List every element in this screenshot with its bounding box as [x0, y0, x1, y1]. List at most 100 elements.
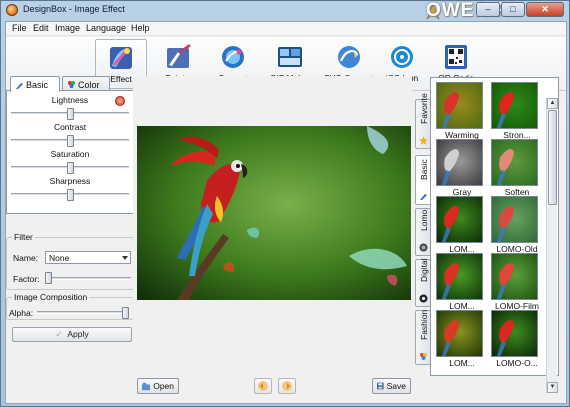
preview-image[interactable]	[137, 126, 411, 300]
star-icon	[419, 136, 428, 145]
vtab-lomo-label: Lomo	[419, 209, 429, 231]
sharpness-slider-thumb[interactable]	[66, 189, 74, 201]
scrollbar-thumb[interactable]	[548, 110, 557, 205]
save-button[interactable]: Save	[372, 378, 411, 394]
factor-track[interactable]	[45, 277, 131, 280]
effect-thumbnail-label: LOM...	[449, 358, 475, 368]
convert-icon	[222, 46, 244, 68]
effect-thumbnail[interactable]: LOMO-Film	[491, 253, 541, 311]
close-button[interactable]: ✕	[526, 2, 564, 17]
vtab-favorite[interactable]: Favorite	[415, 93, 431, 149]
vtab-fashion[interactable]: Fashion	[415, 310, 431, 365]
filter-legend: Filter	[12, 232, 35, 242]
scroll-down-arrow-icon[interactable]: ▼	[547, 382, 558, 393]
effect-thumbnail-image	[436, 310, 483, 357]
effect-thumbnail[interactable]: Warming	[436, 82, 486, 140]
vtab-basic-label: Basic	[419, 159, 429, 180]
alpha-track[interactable]	[37, 311, 129, 314]
effect-gallery: Warming Stron... Gray Soften LOM... LOMO-Old L…	[430, 77, 559, 376]
brush-icon	[420, 194, 427, 200]
lomo-camera-icon	[419, 243, 428, 252]
effect-thumbnail[interactable]: Soften	[491, 139, 541, 197]
parrot-image	[137, 126, 411, 300]
open-label: Open	[153, 381, 174, 391]
qr-code-icon	[445, 45, 467, 69]
factor-slider-thumb[interactable]	[45, 272, 52, 284]
fashion-palette-icon	[420, 353, 427, 360]
title-bar: DesignBox - Image Effect OWER.RU – □ ✕	[1, 0, 569, 21]
effect-category-tabs: Favorite Basic Lomo Digital Fashion	[415, 77, 431, 367]
app-logo-icon	[6, 4, 18, 16]
menu-bar: File Edit Image Language Help	[6, 22, 566, 36]
maximize-button[interactable]: □	[501, 2, 525, 17]
saturation-label: Saturation	[50, 149, 90, 159]
menu-edit[interactable]: Edit	[33, 23, 49, 33]
menu-file[interactable]: File	[12, 23, 27, 33]
tab-color-label: Color	[78, 79, 100, 90]
basic-adjustments: Lightness Contrast Saturation Sharpness	[6, 90, 134, 214]
gif-maker-icon	[278, 47, 302, 67]
check-icon: ✓	[55, 329, 63, 339]
effect-thumbnail-image	[491, 139, 538, 186]
effect-thumbnail-image	[491, 253, 538, 300]
effect-thumbnail[interactable]: Gray	[436, 139, 486, 197]
lightness-label: Lightness	[51, 95, 89, 105]
contrast-slider-thumb[interactable]	[66, 135, 74, 147]
vtab-favorite-label: Favorite	[419, 93, 429, 124]
ios-icon-icon	[391, 46, 413, 68]
tab-basic[interactable]: Basic	[10, 76, 60, 92]
undo-icon	[258, 381, 268, 391]
effect-thumbnail[interactable]: LOMO-O...	[491, 310, 541, 368]
vtab-basic[interactable]: Basic	[415, 155, 431, 205]
effect-thumbnail-image	[491, 82, 538, 129]
vtab-digital[interactable]: Digital	[415, 258, 431, 307]
gallery-scrollbar[interactable]: ▲ ▼	[546, 98, 558, 393]
effect-thumbnail[interactable]: LOM...	[436, 253, 486, 311]
effect-thumbnail[interactable]: LOM...	[436, 310, 486, 368]
reset-icon[interactable]	[115, 96, 125, 106]
filter-group: Filter Name: None Factor:	[6, 232, 134, 290]
chevron-down-icon	[122, 256, 128, 260]
effect-thumbnail[interactable]: Stron...	[491, 82, 541, 140]
effect-thumbnail-label: LOMO-O...	[496, 358, 538, 368]
effect-thumbnail-image	[436, 139, 483, 186]
menu-language[interactable]: Language	[86, 23, 126, 33]
color-palette-icon	[68, 81, 75, 88]
contrast-label: Contrast	[53, 122, 87, 132]
window-title: DesignBox - Image Effect	[23, 4, 125, 14]
apply-button[interactable]: ✓ Apply	[12, 327, 132, 342]
saturation-slider-thumb[interactable]	[66, 162, 74, 174]
effect-thumbnail-image	[436, 253, 483, 300]
vtab-digital-label: Digital	[419, 258, 429, 282]
menu-image[interactable]: Image	[55, 23, 80, 33]
undo-button[interactable]	[254, 378, 272, 394]
adjust-panel: Basic Color Lightness Contrast Saturatio…	[6, 76, 136, 381]
vtab-lomo[interactable]: Lomo	[415, 208, 431, 256]
effect-thumbnail-image	[436, 196, 483, 243]
filter-name-select[interactable]: None	[45, 251, 131, 264]
filter-factor-label: Factor:	[13, 274, 40, 284]
tab-basic-label: Basic	[26, 80, 49, 90]
alpha-slider-thumb[interactable]	[122, 307, 129, 319]
effect-thumbnail-image	[491, 310, 538, 357]
effect-brush-icon	[110, 47, 132, 69]
effect-thumbnail[interactable]: LOM...	[436, 196, 486, 254]
painter-brush-icon	[167, 44, 191, 68]
app-window: DesignBox - Image Effect OWER.RU – □ ✕ F…	[0, 0, 570, 407]
minimize-button[interactable]: –	[476, 2, 500, 17]
tab-color[interactable]: Color	[62, 76, 110, 91]
open-button[interactable]: Open	[137, 378, 179, 394]
lightness-slider-thumb[interactable]	[66, 108, 74, 120]
sharpness-label: Sharpness	[49, 176, 91, 186]
filter-name-label: Name:	[13, 253, 39, 263]
scroll-up-arrow-icon[interactable]: ▲	[547, 98, 558, 109]
redo-button[interactable]	[278, 378, 296, 394]
alpha-label: Alpha:	[9, 308, 34, 318]
brush-icon	[16, 82, 23, 89]
composition-legend: Image Composition	[12, 292, 90, 302]
effect-thumbnail-image	[491, 196, 538, 243]
window-controls: – □ ✕	[476, 2, 564, 17]
menu-help[interactable]: Help	[131, 23, 150, 33]
effect-thumbnail[interactable]: LOMO-Old	[491, 196, 541, 254]
vtab-fashion-label: Fashion	[419, 309, 429, 340]
